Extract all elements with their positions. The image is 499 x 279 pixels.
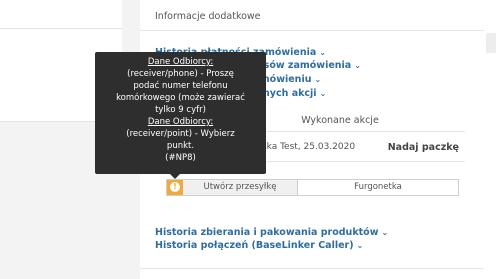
section-divider xyxy=(140,30,499,31)
tooltip-heading: Dane Odbiorcy: xyxy=(147,117,214,127)
tooltip-code: (#NP8) xyxy=(165,153,196,163)
action-name: Nadaj paczkę xyxy=(387,142,459,153)
chevron-down-icon: ⌄ xyxy=(319,89,327,98)
warning-icon[interactable]: ! xyxy=(170,182,180,192)
chevron-down-icon: ⌄ xyxy=(356,241,364,250)
link-label: Historia połączeń (BaseLinker Caller) xyxy=(155,240,354,251)
bottom-divider xyxy=(140,268,484,269)
tooltip-line: (receiver/point) - Wybierz xyxy=(126,129,235,139)
link-label: Historia zbierania i pakowania produktów xyxy=(155,227,379,238)
courier-name: Furgonetka xyxy=(354,182,402,192)
shipment-bar: ! Utwórz przesyłkę Furgonetka xyxy=(166,179,459,196)
chevron-down-icon: ⌄ xyxy=(319,48,326,57)
tooltip-line: tylko 9 cyfr) xyxy=(155,105,206,115)
link-picking-packing-history[interactable]: Historia zbierania i pakowania produktów… xyxy=(155,227,388,238)
chevron-down-icon: ⌄ xyxy=(314,75,322,84)
tooltip-line: podać numer telefonu xyxy=(133,81,228,91)
section-title: Informacje dodatkowe xyxy=(155,11,261,22)
warning-cell[interactable]: ! xyxy=(167,180,183,195)
chevron-down-icon: ⌄ xyxy=(381,228,389,237)
tooltip-line: punkt. xyxy=(166,141,195,151)
scrollbar-thumb[interactable] xyxy=(486,33,496,53)
left-panel-top xyxy=(0,0,122,28)
chevron-down-icon: ⌄ xyxy=(354,61,361,70)
tooltip: Dane Odbiorcy: (receiver/phone) - Proszę… xyxy=(95,52,266,174)
tooltip-heading: Dane Odbiorcy: xyxy=(147,57,214,67)
link-call-history[interactable]: Historia połączeń (BaseLinker Caller) ⌄ xyxy=(155,240,363,251)
create-shipment-button[interactable]: Utwórz przesyłkę xyxy=(183,180,298,195)
tooltip-arrow xyxy=(170,174,180,179)
tooltip-line: komórkowego (może zawierać xyxy=(116,93,245,103)
tooltip-line: (receiver/phone) - Proszę xyxy=(127,69,234,79)
